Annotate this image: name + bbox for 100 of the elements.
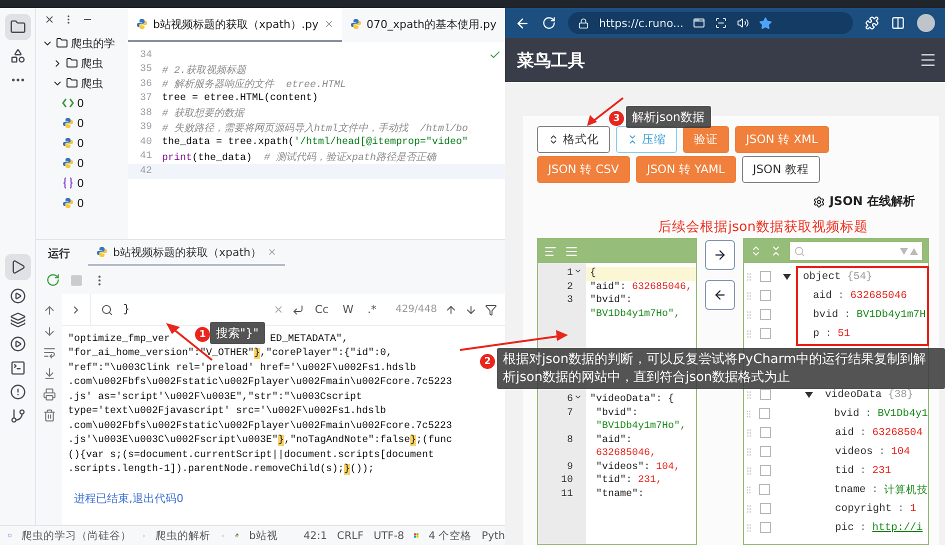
git-branch-icon[interactable] xyxy=(10,408,26,424)
tool-button[interactable]: 格式化 xyxy=(537,126,610,153)
drag-handle-icon[interactable] xyxy=(744,522,754,532)
tree-node-label[interactable]: videoData {38} xyxy=(825,388,914,400)
drag-handle-icon[interactable] xyxy=(744,484,754,494)
extensions-icon[interactable] xyxy=(865,16,879,30)
format-icon[interactable] xyxy=(544,244,557,258)
checkbox[interactable] xyxy=(759,484,770,495)
problems-icon[interactable] xyxy=(10,384,26,400)
copy-left-button[interactable] xyxy=(705,280,735,310)
status-item[interactable]: Pyth xyxy=(482,530,505,542)
trash-icon[interactable] xyxy=(42,409,56,422)
project-tree-item[interactable]: 0 xyxy=(36,113,128,133)
split-screen-icon[interactable] xyxy=(891,16,905,30)
rerun-icon[interactable] xyxy=(46,273,60,287)
drag-handle-icon[interactable] xyxy=(744,504,754,514)
previous-match-icon[interactable] xyxy=(445,304,457,316)
project-button[interactable] xyxy=(4,14,30,40)
run-tab[interactable]: b站视频标题的获取（xpath） xyxy=(88,240,284,266)
tool-button[interactable]: JSON 教程 xyxy=(742,156,820,183)
editor-tab[interactable]: 070_xpath的基本使用.py xyxy=(342,8,505,42)
project-tree-item[interactable]: 0 xyxy=(36,153,128,173)
checkbox[interactable] xyxy=(760,427,771,438)
project-tree-item[interactable]: 0 xyxy=(36,193,128,213)
drag-handle-icon[interactable] xyxy=(744,466,754,476)
checkbox[interactable] xyxy=(760,389,771,400)
drag-handle-icon[interactable] xyxy=(744,328,754,338)
menu-icon[interactable] xyxy=(919,51,937,69)
drag-handle-icon[interactable] xyxy=(744,310,754,320)
status-item[interactable]: 4 个空格 xyxy=(428,528,472,542)
checkbox[interactable] xyxy=(760,465,771,476)
address-bar[interactable]: https://c.runo... xyxy=(568,12,853,34)
project-tree-item[interactable]: 爬虫的学 xyxy=(36,33,128,53)
search-option-toggle[interactable]: W xyxy=(340,302,356,317)
soft-wrap-icon[interactable] xyxy=(42,346,56,359)
project-tree-item[interactable]: 0 xyxy=(36,173,128,193)
search-field[interactable]: } xyxy=(121,302,181,316)
drag-handle-icon[interactable] xyxy=(744,428,754,438)
compact-icon[interactable] xyxy=(565,244,578,258)
services-icon[interactable] xyxy=(10,336,26,352)
python-console-icon[interactable] xyxy=(10,288,26,304)
editor-tab[interactable]: b站视频标题的获取（xpath）.py xyxy=(128,8,342,42)
project-tree-item[interactable]: 爬虫 xyxy=(36,53,128,73)
breadcrumb-item[interactable]: b站视 xyxy=(249,528,278,542)
qr-icon[interactable] xyxy=(715,17,728,29)
close-icon[interactable] xyxy=(324,19,334,29)
arrow-up-icon[interactable] xyxy=(42,304,56,317)
search-option-toggle[interactable]: Cc xyxy=(312,302,332,317)
reload-icon[interactable] xyxy=(542,16,556,30)
structure-icon[interactable] xyxy=(10,48,26,64)
project-tree-item[interactable]: 0 xyxy=(36,133,128,153)
checkbox[interactable] xyxy=(760,446,771,457)
drag-handle-icon[interactable] xyxy=(744,446,754,456)
next-match-icon[interactable] xyxy=(465,304,477,316)
drag-handle-icon[interactable] xyxy=(744,390,754,400)
app-icon[interactable] xyxy=(693,17,706,29)
search-option-toggle[interactable]: .* xyxy=(364,302,380,317)
scroll-to-end-icon[interactable] xyxy=(42,367,56,380)
print-icon[interactable] xyxy=(42,388,56,401)
close-icon[interactable] xyxy=(266,247,276,257)
checkbox[interactable] xyxy=(760,522,771,533)
caret-down-icon[interactable] xyxy=(783,272,791,280)
back-icon[interactable] xyxy=(515,16,530,30)
collapse-all-icon[interactable] xyxy=(770,245,782,257)
tree-field-label: tname xyxy=(833,484,866,496)
copy-right-button[interactable] xyxy=(705,240,735,270)
drag-handle-icon[interactable] xyxy=(744,272,754,282)
collapse-icon[interactable] xyxy=(44,14,55,25)
breadcrumb-item[interactable]: 爬虫的学习（尚硅谷） xyxy=(22,528,132,542)
status-item[interactable]: UTF-8 xyxy=(374,530,404,542)
run-button[interactable] xyxy=(4,254,30,280)
colon-separator: : xyxy=(844,308,851,320)
checkbox[interactable] xyxy=(760,503,771,514)
read-aloud-icon[interactable] xyxy=(737,17,750,29)
fold-icon[interactable] xyxy=(574,393,582,401)
checkbox[interactable] xyxy=(760,328,771,339)
console-output-line: .js' as='script'\u002F\u003E","str":"\u003Cscript xyxy=(68,390,364,404)
project-tree-item[interactable]: 0 xyxy=(36,93,128,113)
drag-handle-icon[interactable] xyxy=(744,408,754,418)
tree-search-field[interactable] xyxy=(790,242,922,260)
newline-icon[interactable] xyxy=(292,304,304,316)
project-tree-item[interactable]: 爬虫 xyxy=(36,73,128,93)
favorite-icon[interactable] xyxy=(759,16,772,30)
arrow-down-icon[interactable] xyxy=(42,325,56,338)
avatar[interactable] xyxy=(917,14,935,32)
filter-icon[interactable] xyxy=(485,304,497,316)
checkbox[interactable] xyxy=(759,408,770,419)
checkbox[interactable] xyxy=(760,271,771,282)
expand-all-icon[interactable] xyxy=(750,245,762,257)
tree-node-label[interactable]: object {54} xyxy=(803,270,872,282)
checkbox[interactable] xyxy=(760,290,771,301)
breadcrumb-item[interactable]: 爬虫的解析 xyxy=(156,528,211,542)
clear-icon[interactable] xyxy=(272,304,284,315)
terminal-icon[interactable] xyxy=(10,360,26,376)
checkbox[interactable] xyxy=(760,309,771,320)
drag-handle-icon[interactable] xyxy=(744,290,754,300)
fold-icon[interactable] xyxy=(574,267,582,275)
layers-icon[interactable] xyxy=(10,312,26,328)
status-item[interactable]: 42:1 xyxy=(303,530,328,542)
status-item[interactable]: CRLF xyxy=(337,530,364,542)
